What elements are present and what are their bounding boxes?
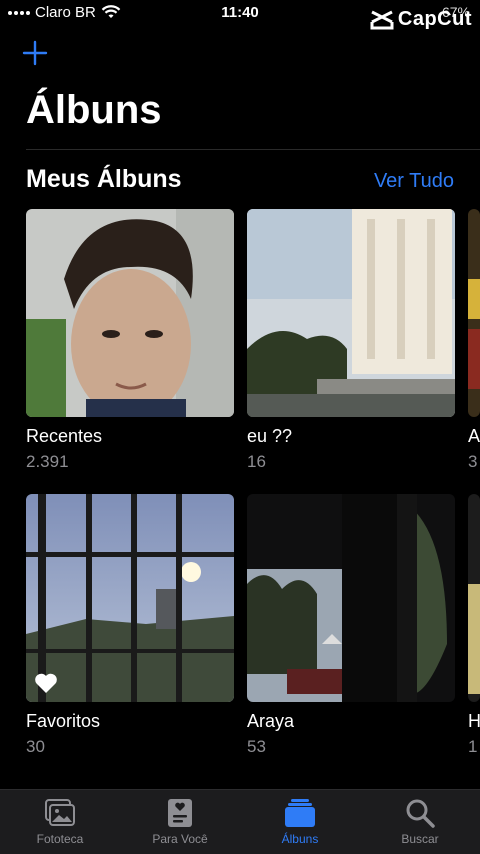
album-name: eu ?? bbox=[247, 426, 293, 446]
album-thumbnail bbox=[247, 494, 455, 702]
album-count: 30 bbox=[26, 737, 45, 756]
album-name: H bbox=[468, 711, 480, 731]
watermark-text: CapCut bbox=[397, 8, 472, 30]
tab-label: Fototeca bbox=[36, 832, 84, 846]
capcut-watermark: CapCut bbox=[370, 8, 472, 31]
see-all-link[interactable]: Ver Tudo bbox=[374, 170, 454, 193]
album-thumbnail bbox=[26, 494, 234, 702]
album-eu[interactable]: eu ?? 16 bbox=[247, 209, 455, 471]
album-recentes[interactable]: Recentes 2.391 bbox=[26, 209, 234, 471]
page-title: Álbuns bbox=[26, 88, 162, 132]
album-count: 3 bbox=[468, 452, 478, 471]
album-partial-1[interactable]: A 3 bbox=[468, 209, 480, 479]
for-you-icon bbox=[168, 799, 192, 827]
capcut-logo-icon bbox=[370, 10, 394, 29]
album-name: A bbox=[468, 426, 480, 446]
search-icon bbox=[406, 799, 435, 828]
album-araya[interactable]: Araya 53 bbox=[247, 494, 455, 756]
album-count: 53 bbox=[247, 737, 266, 756]
tab-label: Para Você bbox=[152, 832, 208, 846]
tab-label: Buscar bbox=[401, 832, 439, 846]
album-thumbnail bbox=[468, 494, 480, 702]
album-thumbnail bbox=[468, 209, 480, 417]
album-thumbnail bbox=[247, 209, 455, 417]
add-album-button[interactable] bbox=[22, 40, 48, 66]
tab-bar: Fototeca Para Você Álbuns Buscar bbox=[0, 789, 480, 854]
album-thumbnail bbox=[26, 209, 234, 417]
albums-icon bbox=[285, 799, 315, 827]
tab-albuns[interactable]: Álbuns bbox=[240, 796, 360, 846]
tab-label: Álbuns bbox=[281, 832, 319, 846]
album-count: 2.391 bbox=[26, 452, 69, 471]
album-partial-2[interactable]: H 1 bbox=[468, 494, 480, 764]
tab-buscar[interactable]: Buscar bbox=[360, 796, 480, 846]
tab-para-voce[interactable]: Para Você bbox=[120, 796, 240, 846]
album-favoritos[interactable]: Favoritos 30 bbox=[26, 494, 234, 756]
album-name: Recentes bbox=[26, 426, 103, 446]
photo-library-icon bbox=[45, 799, 75, 826]
header-divider bbox=[26, 149, 480, 150]
tab-fototeca[interactable]: Fototeca bbox=[0, 796, 120, 846]
section-title: Meus Álbuns bbox=[26, 165, 182, 193]
album-count: 16 bbox=[247, 452, 266, 471]
album-count: 1 bbox=[468, 737, 478, 756]
album-name: Araya bbox=[247, 711, 295, 731]
album-name: Favoritos bbox=[26, 711, 101, 731]
heart-icon bbox=[35, 673, 57, 693]
